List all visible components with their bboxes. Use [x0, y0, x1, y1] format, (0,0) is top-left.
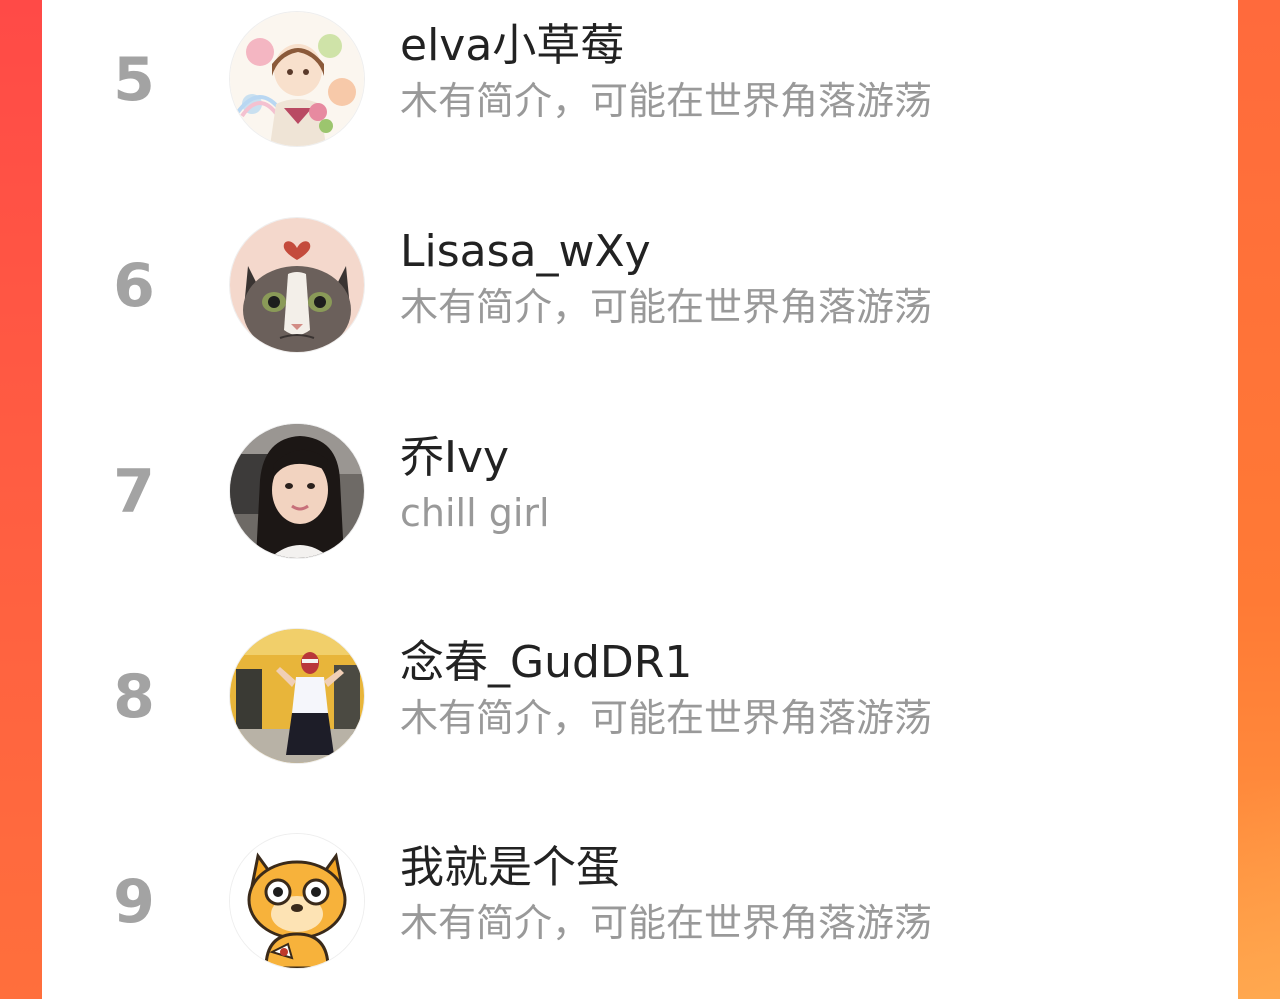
user-bio: 木有简介，可能在世界角落游荡 [400, 696, 933, 740]
rank-number: 6 [113, 251, 155, 321]
user-bio: chill girl [400, 491, 550, 535]
user-bio: 木有简介，可能在世界角落游荡 [400, 901, 933, 945]
ranking-item[interactable]: 6 Lisasa_wXy 木有简介，可能在世界角落游荡 [42, 206, 1238, 356]
ranking-panel: 5 elva小草莓 木有简介，可能在世界角落游荡 6 Lisasa_wXy 木有… [42, 0, 1238, 999]
ranking-item[interactable]: 8 念春_GudDR1 木有简介，可能在世界角落游荡 [42, 617, 1238, 767]
rank-number: 8 [113, 662, 155, 732]
rank-number: 5 [113, 45, 155, 115]
user-bio: 木有简介，可能在世界角落游荡 [400, 79, 933, 123]
background-glow [1238, 780, 1280, 999]
ranking-item[interactable]: 7 乔Ivy chill girl [42, 412, 1238, 562]
girl-selfie-avatar-icon[interactable] [230, 424, 364, 558]
background-right-strip [1238, 0, 1280, 999]
user-name[interactable]: elva小草莓 [400, 18, 624, 74]
user-name[interactable]: 我就是个蛋 [400, 840, 620, 896]
grumpy-cat-avatar-icon[interactable] [230, 218, 364, 352]
floral-girl-illustration-avatar-icon[interactable] [230, 12, 364, 146]
ranking-item[interactable]: 5 elva小草莓 木有简介，可能在世界角落游荡 [42, 0, 1238, 150]
rank-number: 7 [113, 457, 155, 527]
ranking-item[interactable]: 9 我就是个蛋 木有简介，可能在世界角落游荡 [42, 822, 1238, 972]
rank-number: 9 [113, 867, 155, 937]
cartoon-dog-avatar-icon[interactable] [230, 834, 364, 968]
user-name[interactable]: Lisasa_wXy [400, 224, 651, 280]
masked-person-avatar-icon[interactable] [230, 629, 364, 763]
user-name[interactable]: 乔Ivy [400, 430, 509, 486]
user-bio: 木有简介，可能在世界角落游荡 [400, 285, 933, 329]
user-name[interactable]: 念春_GudDR1 [400, 635, 692, 691]
